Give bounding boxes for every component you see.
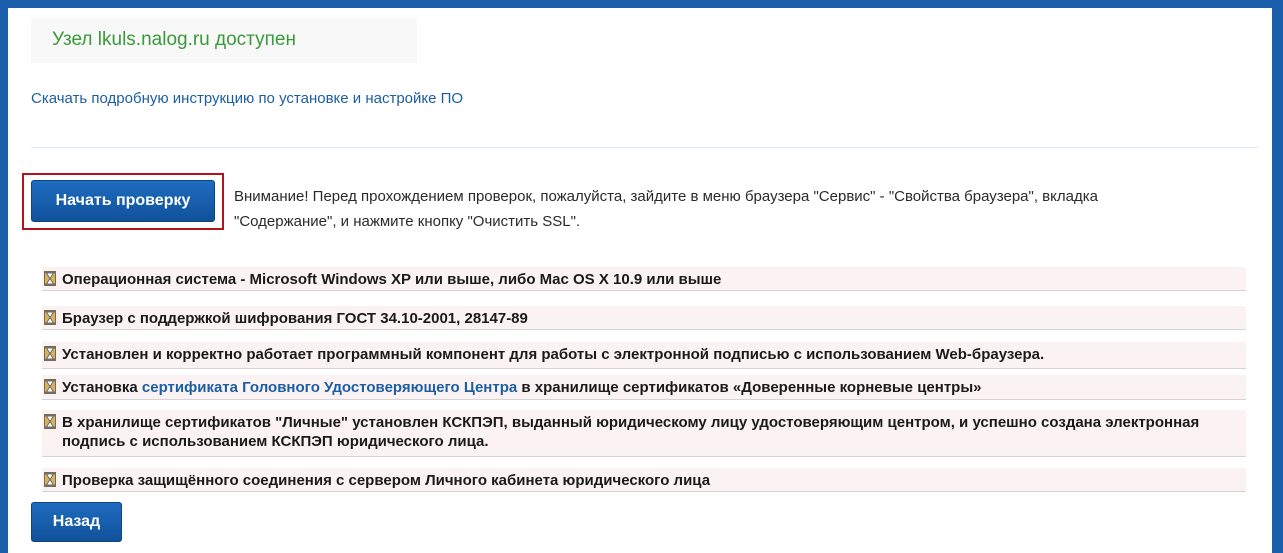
hourglass-icon xyxy=(44,310,56,325)
check-item-root-certificate: Установка сертификата Головного Удостове… xyxy=(42,375,1246,400)
back-button[interactable]: Назад xyxy=(31,502,122,542)
hourglass-icon xyxy=(44,271,56,286)
check-item-secure-connection: Проверка защищённого соединения с сервер… xyxy=(42,468,1246,492)
check-item-prefix: Установка xyxy=(62,379,142,396)
check-item-label: Проверка защищённого соединения с сервер… xyxy=(62,472,711,489)
check-item-suffix: в хранилище сертификатов «Доверенные кор… xyxy=(517,379,982,396)
check-item-signature-component: Установлен и корректно работает программ… xyxy=(42,342,1246,369)
divider xyxy=(31,147,1258,148)
check-item-label: Операционная система - Microsoft Windows… xyxy=(62,271,722,288)
check-item-browser: Браузер с поддержкой шифрования ГОСТ 34.… xyxy=(42,306,1246,330)
check-item-label: Установлен и корректно работает программ… xyxy=(62,346,1045,363)
hourglass-icon xyxy=(44,379,56,394)
download-instructions-link[interactable]: Скачать подробную инструкцию по установк… xyxy=(31,90,463,107)
start-check-button[interactable]: Начать проверку xyxy=(31,180,215,222)
check-item-personal-certificate: В хранилище сертификатов "Личные" устано… xyxy=(42,410,1246,457)
host-status-message: Узел lkuls.nalog.ru доступен xyxy=(52,29,296,50)
hourglass-icon xyxy=(44,414,56,429)
check-item-label: Установка сертификата Головного Удостове… xyxy=(62,378,1242,397)
check-item-label: В хранилище сертификатов "Личные" устано… xyxy=(62,414,1200,450)
root-certificate-link[interactable]: сертификата Головного Удостоверяющего Це… xyxy=(142,379,517,396)
ssl-warning-text: Внимание! Перед прохождением проверок, п… xyxy=(234,188,1098,230)
hourglass-icon xyxy=(44,346,56,361)
check-item-label: Браузер с поддержкой шифрования ГОСТ 34.… xyxy=(62,310,528,327)
hourglass-icon xyxy=(44,472,56,487)
check-item-os: Операционная система - Microsoft Windows… xyxy=(42,267,1246,291)
